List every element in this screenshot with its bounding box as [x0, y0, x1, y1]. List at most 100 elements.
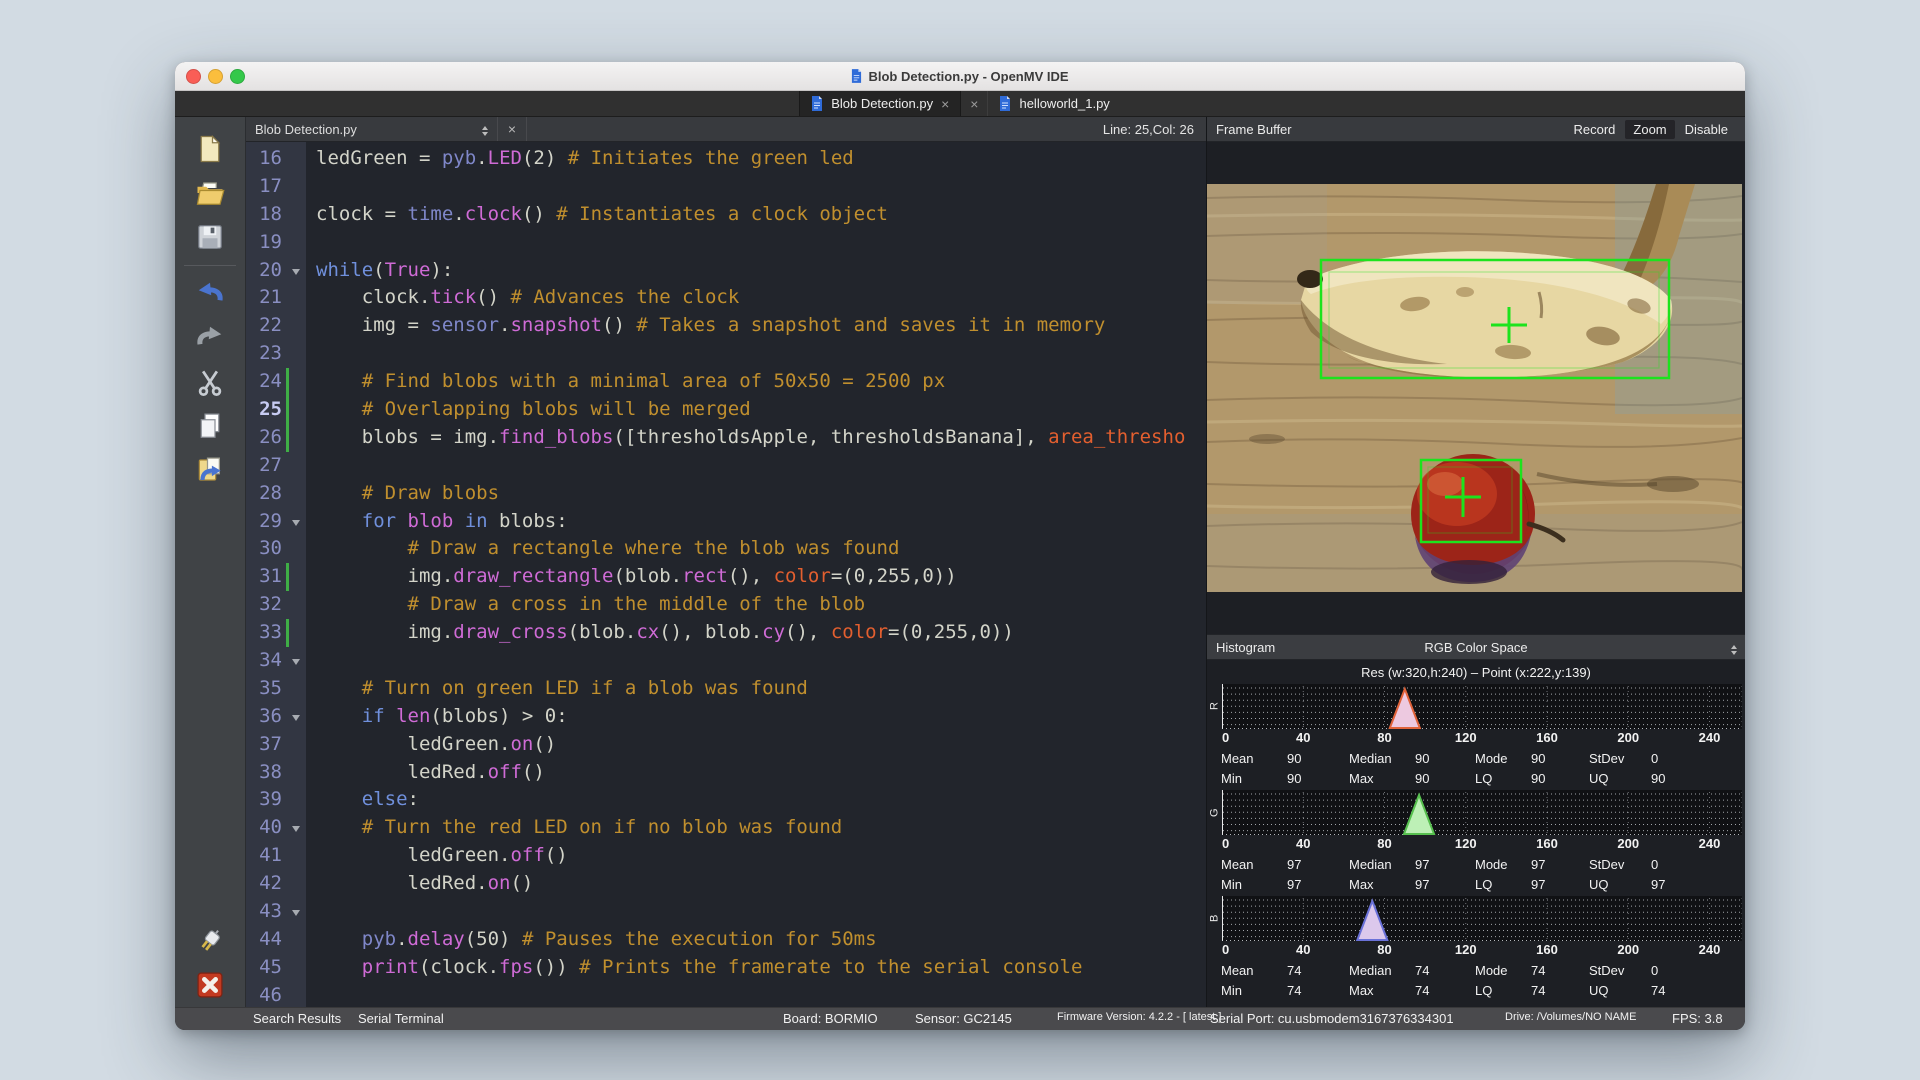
line-number: 16	[246, 145, 288, 173]
fold-margin	[288, 340, 306, 368]
colorspace-updown-icon[interactable]	[1731, 642, 1737, 655]
code-editor[interactable]: 16ledGreen = pyb.LED(2) # Initiates the …	[246, 142, 1206, 1007]
code-line[interactable]: 44 pyb.delay(50) # Pauses the execution …	[246, 926, 1206, 954]
stop-button[interactable]	[191, 965, 229, 1005]
code-line[interactable]: 21 clock.tick() # Advances the clock	[246, 284, 1206, 312]
fold-chevron-icon[interactable]	[288, 703, 306, 731]
copy-button[interactable]	[191, 406, 229, 446]
code-text: while(True):	[306, 257, 1206, 285]
code-line[interactable]: 41 ledGreen.off()	[246, 842, 1206, 870]
axis-tick-label: 200	[1617, 836, 1639, 851]
code-line[interactable]: 36 if len(blobs) > 0:	[246, 703, 1206, 731]
stat-value: 97	[1531, 855, 1589, 875]
line-number: 38	[246, 759, 288, 787]
code-line[interactable]: 43	[246, 898, 1206, 926]
code-line[interactable]: 35 # Turn on green LED if a blob was fou…	[246, 675, 1206, 703]
code-line[interactable]: 33 img.draw_cross(blob.cx(), blob.cy(), …	[246, 619, 1206, 647]
axis-tick-label: 120	[1455, 730, 1477, 745]
code-text	[306, 229, 1206, 257]
paste-button[interactable]	[191, 450, 229, 490]
code-line[interactable]: 40 # Turn the red LED on if no blob was …	[246, 814, 1206, 842]
search-results-button[interactable]: Search Results	[253, 1011, 341, 1026]
tab-close-icon[interactable]: ×	[970, 97, 978, 111]
code-line[interactable]: 32 # Draw a cross in the middle of the b…	[246, 591, 1206, 619]
axis-tick-label: 0	[1222, 836, 1229, 851]
minimize-window-button[interactable]	[208, 69, 223, 84]
line-number: 19	[246, 229, 288, 257]
code-line[interactable]: 37 ledGreen.on()	[246, 731, 1206, 759]
fold-chevron-icon[interactable]	[288, 898, 306, 926]
stat-label: LQ	[1475, 875, 1531, 895]
stat-label: Mean	[1221, 855, 1287, 875]
stat-value: 74	[1651, 981, 1745, 1001]
close-window-button[interactable]	[186, 69, 201, 84]
code-line[interactable]: 28 # Draw blobs	[246, 480, 1206, 508]
save-file-button[interactable]	[191, 217, 229, 257]
code-line[interactable]: 39 else:	[246, 786, 1206, 814]
code-line[interactable]: 18clock = time.clock() # Instantiates a …	[246, 201, 1206, 229]
zoom-button[interactable]: Zoom	[1625, 120, 1674, 139]
line-number: 36	[246, 703, 288, 731]
axis-tick-label: 40	[1296, 942, 1310, 957]
channel-stats: Mean97Median97Mode97StDev0Min97Max97LQ97…	[1207, 855, 1745, 894]
tab-helloworld[interactable]: helloworld_1.py	[988, 91, 1120, 116]
tab-close-cell: ×	[961, 91, 988, 116]
code-line[interactable]: 46	[246, 982, 1206, 1007]
tab-close-icon[interactable]: ×	[941, 97, 949, 111]
code-line[interactable]: 24 # Find blobs with a minimal area of 5…	[246, 368, 1206, 396]
axis-tick-label: 120	[1455, 942, 1477, 957]
undo-button[interactable]	[191, 274, 229, 314]
channel-axis-ticks: 04080120160200240	[1222, 730, 1742, 749]
code-line[interactable]: 45 print(clock.fps()) # Prints the frame…	[246, 954, 1206, 982]
open-document-selector[interactable]: Blob Detection.py	[246, 117, 498, 141]
stat-value: 90	[1531, 769, 1589, 789]
axis-tick-label: 160	[1536, 836, 1558, 851]
code-line[interactable]: 20while(True):	[246, 257, 1206, 285]
code-line[interactable]: 25 # Overlapping blobs will be merged	[246, 396, 1206, 424]
cut-button[interactable]	[191, 362, 229, 402]
serial-terminal-button[interactable]: Serial Terminal	[358, 1011, 444, 1026]
code-line[interactable]: 23	[246, 340, 1206, 368]
code-line[interactable]: 16ledGreen = pyb.LED(2) # Initiates the …	[246, 145, 1206, 173]
fold-chevron-icon[interactable]	[288, 508, 306, 536]
tab-blob-detection[interactable]: Blob Detection.py ×	[799, 91, 961, 116]
fold-chevron-icon[interactable]	[288, 647, 306, 675]
channel-stats: Mean90Median90Mode90StDev0Min90Max90LQ90…	[1207, 749, 1745, 788]
stat-value: 74	[1415, 961, 1475, 981]
record-button[interactable]: Record	[1565, 120, 1623, 139]
code-line[interactable]: 38 ledRed.off()	[246, 759, 1206, 787]
code-line[interactable]: 26 blobs = img.find_blobs([thresholdsApp…	[246, 424, 1206, 452]
code-line[interactable]: 34	[246, 647, 1206, 675]
code-line[interactable]: 22 img = sensor.snapshot() # Takes a sna…	[246, 312, 1206, 340]
code-line[interactable]: 29 for blob in blobs:	[246, 508, 1206, 536]
stat-label: Min	[1221, 769, 1287, 789]
connect-button[interactable]	[191, 921, 229, 961]
zoom-window-button[interactable]	[230, 69, 245, 84]
fold-margin	[288, 201, 306, 229]
code-line[interactable]: 27	[246, 452, 1206, 480]
tab-label: helloworld_1.py	[1019, 96, 1109, 111]
fold-chevron-icon[interactable]	[288, 257, 306, 285]
code-text: # Turn on green LED if a blob was found	[306, 675, 1206, 703]
new-file-button[interactable]	[191, 129, 229, 169]
code-text	[306, 452, 1206, 480]
disable-button[interactable]: Disable	[1677, 120, 1736, 139]
axis-tick-label: 80	[1377, 730, 1391, 745]
colorspace-selector[interactable]: RGB Color Space	[1207, 640, 1745, 655]
stat-label: StDev	[1589, 855, 1651, 875]
axis-tick-label: 120	[1455, 836, 1477, 851]
code-line[interactable]: 31 img.draw_rectangle(blob.rect(), color…	[246, 563, 1206, 591]
fold-margin	[288, 982, 306, 1007]
combo-updown-icon	[482, 123, 488, 136]
fold-chevron-icon[interactable]	[288, 814, 306, 842]
code-line[interactable]: 17	[246, 173, 1206, 201]
code-line[interactable]: 42 ledRed.on()	[246, 870, 1206, 898]
code-line[interactable]: 30 # Draw a rectangle where the blob was…	[246, 535, 1206, 563]
stat-value: 74	[1287, 961, 1349, 981]
stat-label: Median	[1349, 855, 1415, 875]
redo-button[interactable]	[191, 318, 229, 358]
code-line[interactable]: 19	[246, 229, 1206, 257]
open-file-button[interactable]	[191, 173, 229, 213]
stat-label: Mode	[1475, 961, 1531, 981]
close-document-button[interactable]: ×	[498, 117, 527, 141]
